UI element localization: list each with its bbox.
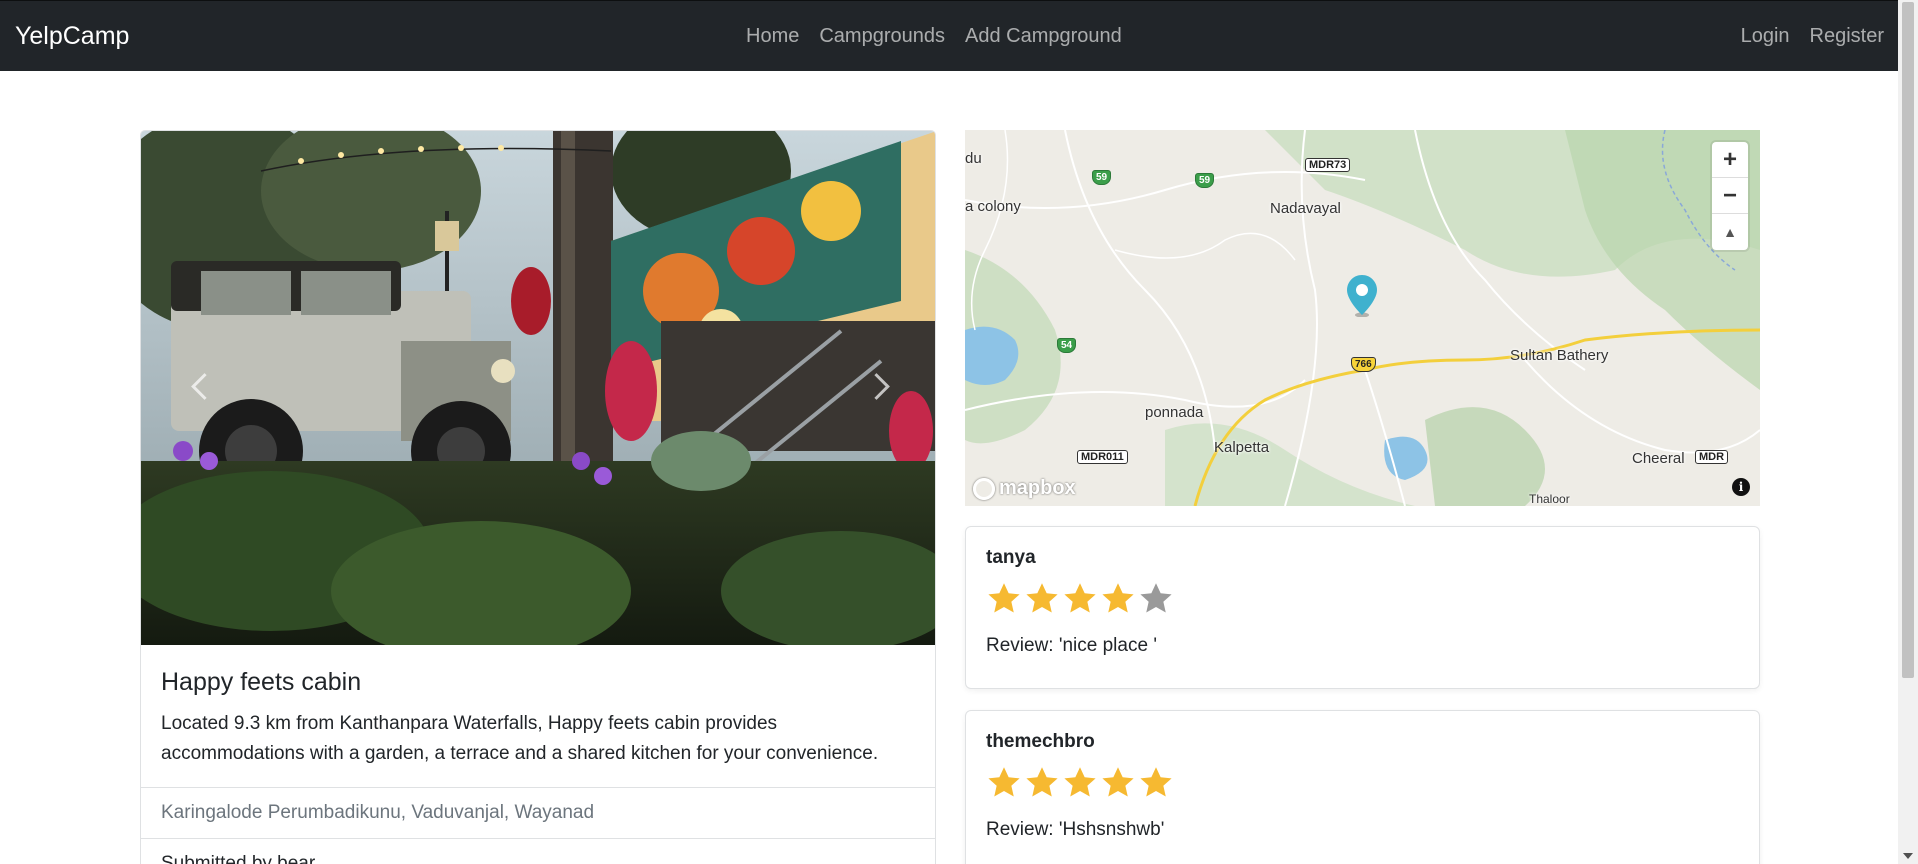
campground-description: Located 9.3 km from Kanthanpara Waterfal… [161,713,879,764]
campground-photo [141,131,935,645]
map-shield-766: 766 [1351,357,1376,372]
brand-logo[interactable]: YelpCamp [15,22,129,51]
star-filled-icon [988,767,1020,797]
map-label-ponnada: ponnada [1145,404,1204,421]
map-label-thaloor: Thaloor [1529,492,1570,506]
page-scrollbar[interactable] [1898,0,1918,864]
carousel-prev-button[interactable] [189,369,213,405]
review-card: tanya Review: 'nice place ' [965,526,1760,689]
map-label-nadavayal: Nadavayal [1270,200,1341,217]
map-shield-mdr73: MDR73 [1305,158,1351,172]
map-shield-mdr: MDR [1695,450,1729,464]
star-filled-icon [1102,767,1134,797]
nav-main-links: Home Campgrounds Add Campground [746,25,1142,48]
map-marker-icon[interactable] [1347,275,1377,317]
nav-register-link[interactable]: Register [1810,25,1884,48]
review-card: themechbro Review: 'Hshsnshwb' [965,710,1760,864]
campground-map[interactable]: du a colony Nadavayal Sultan Bathery pon… [965,130,1760,506]
campground-submitted-by: Submitted by bear [141,839,935,864]
nav-add-campground-link[interactable]: Add Campground [965,25,1122,48]
map-shield-59: 59 [1092,170,1112,185]
campground-title: Happy feets cabin [161,668,362,696]
map-attribution-info-icon[interactable]: i [1732,478,1750,496]
campground-image-carousel [141,131,935,645]
star-filled-icon [1026,767,1058,797]
map-navigation-controls: + − ▲ [1712,142,1748,250]
nav-login-link[interactable]: Login [1741,25,1790,48]
review-text: Review: 'Hshsnshwb' [986,819,1165,840]
map-label-cheeral: Cheeral [1632,450,1685,467]
campground-location: Karingalode Perumbadikunu, Vaduvanjal, W… [141,788,935,839]
star-filled-icon [988,583,1020,613]
map-label-du: du [965,150,982,167]
carousel-next-button[interactable] [867,369,891,405]
star-filled-icon [1102,583,1134,613]
compass-button[interactable]: ▲ [1712,214,1748,250]
map-shield-59-b: 59 [1195,173,1215,188]
map-label-kalpetta: Kalpetta [1214,439,1270,456]
navbar: YelpCamp Home Campgrounds Add Campground… [0,0,1898,71]
zoom-in-button[interactable]: + [1712,142,1748,178]
review-author: tanya [986,547,1036,568]
nav-home-link[interactable]: Home [746,25,799,48]
zoom-out-button[interactable]: − [1712,178,1748,214]
star-filled-icon [1064,583,1096,613]
campground-card: Happy feets cabin Located 9.3 km from Ka… [140,130,936,864]
map-shield-54: 54 [1057,338,1077,353]
mapbox-logo[interactable]: mapbox [973,477,1076,500]
star-rating [986,765,1739,801]
scrollbar-thumb[interactable] [1902,2,1914,678]
mapbox-wordmark: mapbox [999,477,1076,499]
mapbox-circle-icon [973,477,995,500]
star-empty-icon [1140,583,1172,613]
star-rating [986,581,1739,617]
review-text: Review: 'nice place ' [986,635,1157,656]
map-label-sultan-bathery: Sultan Bathery [1510,347,1609,364]
review-author: themechbro [986,731,1095,752]
star-filled-icon [1140,767,1172,797]
campground-card-body: Happy feets cabin Located 9.3 km from Ka… [141,645,935,788]
nav-campgrounds-link[interactable]: Campgrounds [819,25,945,48]
nav-auth-links: Login Register [1721,25,1884,48]
star-filled-icon [1026,583,1058,613]
map-shield-mdr011: MDR011 [1077,450,1128,464]
star-filled-icon [1064,767,1096,797]
map-label-colony: a colony [965,198,1021,215]
scroll-down-arrow-icon[interactable] [1903,853,1913,859]
